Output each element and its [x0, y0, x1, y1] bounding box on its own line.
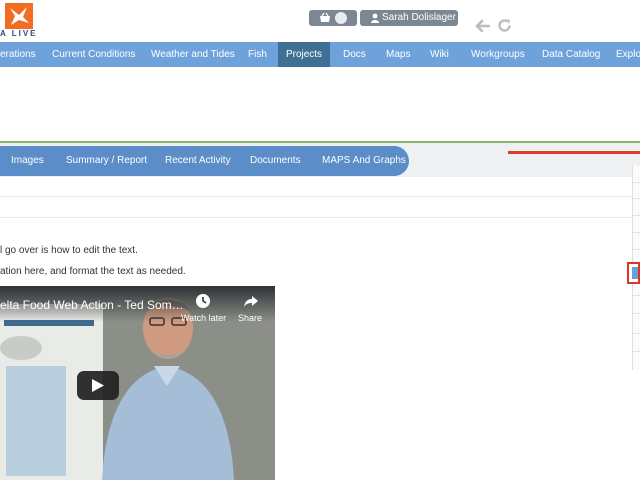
instruction-text-2: ation here, and format the text as neede… — [0, 266, 186, 277]
toolbar-divider — [633, 198, 640, 199]
nav-item-current-conditions[interactable]: Current Conditions — [52, 42, 135, 67]
toolbar-divider — [633, 215, 640, 216]
nav-item-operations[interactable]: erations — [0, 42, 36, 67]
nav-item-maps[interactable]: Maps — [386, 42, 410, 67]
tab-summary-report[interactable]: Summary / Report — [66, 146, 147, 176]
toolbar-divider — [633, 333, 640, 334]
nav-item-workgroups[interactable]: Workgroups — [471, 42, 525, 67]
toolbar-divider — [633, 232, 640, 233]
play-button[interactable] — [77, 371, 119, 400]
tab-recent-activity[interactable]: Recent Activity — [165, 146, 231, 176]
poster-fish-image — [0, 336, 42, 360]
nav-label: Explor — [616, 49, 640, 60]
nav-label: Maps — [386, 49, 411, 60]
refresh-icon[interactable] — [497, 18, 512, 33]
nav-item-docs[interactable]: Docs — [343, 42, 366, 67]
nav-item-data-catalog[interactable]: Data Catalog — [542, 42, 600, 67]
tab-label: Images — [11, 155, 44, 166]
user-name: Sarah Dolislager — [382, 12, 456, 23]
basket-icon — [320, 12, 330, 22]
toolbar-divider — [633, 313, 640, 314]
nav-label: Docs — [343, 49, 366, 60]
toolbar-divider — [633, 295, 640, 296]
tab-label: Summary / Report — [66, 155, 148, 166]
watch-later-label[interactable]: Watch later — [181, 313, 226, 323]
toolbar-button-fill — [632, 267, 638, 279]
logo-text: A LIVE — [0, 29, 38, 38]
nav-label: Fish — [248, 49, 267, 60]
logo-icon[interactable] — [5, 3, 33, 29]
annotation-line — [508, 151, 640, 154]
nav-label: Data Catalog — [542, 49, 601, 60]
tab-label: Recent Activity — [165, 155, 231, 166]
tab-maps-and-graphs[interactable]: MAPS And Graphs — [322, 146, 406, 176]
nav-label: erations — [0, 49, 36, 60]
nav-label: Projects — [285, 49, 323, 60]
nav-item-fish[interactable]: Fish — [248, 42, 267, 67]
nav-label: Workgroups — [471, 49, 525, 60]
video-title[interactable]: elta Food Web Action - Ted Som… — [0, 298, 184, 312]
share-label[interactable]: Share — [238, 313, 262, 323]
toggle-knob — [335, 12, 347, 24]
user-icon — [371, 13, 379, 23]
highlighted-toolbar-button[interactable] — [627, 262, 640, 284]
back-arrow-icon[interactable] — [474, 19, 490, 33]
clock-icon[interactable] — [195, 293, 211, 309]
play-icon — [92, 379, 104, 392]
nav-item-projects[interactable]: Projects — [278, 42, 330, 67]
nav-label: Weather and Tides — [151, 49, 235, 60]
nav-label: Current Conditions — [52, 49, 136, 60]
row-divider — [0, 196, 640, 197]
toolbar-divider — [633, 249, 640, 250]
nav-item-weather-and-tides[interactable]: Weather and Tides — [151, 42, 235, 67]
project-sub-nav: Images Summary / Report Recent Activity … — [0, 146, 409, 176]
tab-label: MAPS And Graphs — [322, 155, 406, 166]
instruction-text-1: l go over is how to edit the text. — [0, 245, 138, 256]
share-icon[interactable] — [243, 293, 259, 309]
cart-toggle-button[interactable] — [309, 10, 357, 26]
tab-images[interactable]: Images — [11, 146, 44, 176]
tab-documents[interactable]: Documents — [250, 146, 301, 176]
user-menu-button[interactable]: Sarah Dolislager — [360, 10, 458, 26]
nav-label: Wiki — [430, 49, 449, 60]
poster-map — [6, 366, 66, 476]
embedded-video[interactable] — [0, 286, 275, 480]
row-divider — [0, 217, 640, 218]
toolbar-divider — [633, 351, 640, 352]
nav-item-explore[interactable]: Explor — [616, 42, 640, 67]
main-nav: erations Current Conditions Weather and … — [0, 42, 640, 67]
tab-label: Documents — [250, 155, 301, 166]
nav-item-wiki[interactable]: Wiki — [430, 42, 449, 67]
toolbar-divider — [633, 182, 640, 183]
